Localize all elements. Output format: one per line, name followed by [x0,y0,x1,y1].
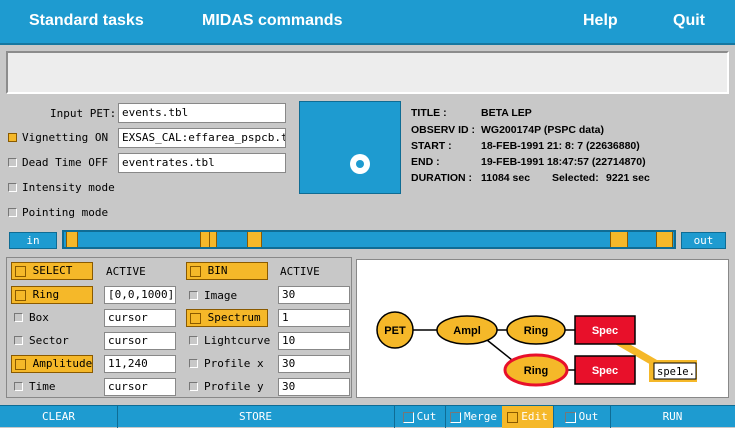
end-key: END : [411,156,440,168]
title-key: TITLE : [411,107,447,119]
profile-y-bin-label[interactable]: Profile y [204,380,264,393]
menu-help[interactable]: Help [583,12,618,30]
time-segment[interactable] [66,232,78,247]
spectrum-bin-toggle[interactable]: Spectrum [186,309,268,327]
image-bin-field[interactable]: 30 [278,286,350,304]
edit-label: Edit [521,410,548,423]
box-select-checkbox[interactable] [14,313,23,322]
duration-value: 11084 sec [481,172,531,184]
zoom-out-button[interactable]: out [681,232,726,249]
image-display[interactable] [299,101,401,194]
deadtime-checkbox[interactable] [8,158,17,167]
merge-label: Merge [463,410,498,423]
target-icon [350,154,370,174]
node-ring-2-label: Ring [524,365,548,377]
cut-toggle[interactable]: Cut [394,406,446,428]
select-label: SELECT [32,264,73,277]
box-select-label[interactable]: Box [29,311,49,324]
intensity-mode-checkbox[interactable] [8,183,17,192]
bin-toggle[interactable]: BIN [186,262,268,280]
node-spec-1-label: Spec [592,325,618,337]
box-select-field[interactable]: cursor [104,309,176,327]
menu-standard-tasks[interactable]: Standard tasks [29,12,144,30]
run-button[interactable]: RUN [610,406,735,428]
duration-key: DURATION : [411,172,473,184]
lightcurve-bin-label[interactable]: Lightcurve [204,334,270,347]
zoom-in-button[interactable]: in [9,232,57,249]
time-segment[interactable] [247,232,262,247]
ring-select-toggle[interactable]: Ring [11,286,93,304]
title-value: BETA LEP [481,107,532,119]
lightcurve-bin-checkbox[interactable] [189,336,198,345]
image-bin-label[interactable]: Image [204,289,237,302]
selected-value: 9221 sec [606,172,650,184]
time-select-field[interactable]: cursor [104,378,176,396]
node-ring-1-label: Ring [524,325,548,337]
time-selection-bar[interactable] [62,230,676,249]
time-select-checkbox[interactable] [14,382,23,391]
message-area [6,51,729,94]
edge-ampl-ring2 [486,339,513,361]
menu-bar: Standard tasks MIDAS commands Help Quit [0,0,735,45]
sector-select-field[interactable]: cursor [104,332,176,350]
image-bin-checkbox[interactable] [189,291,198,300]
clear-button[interactable]: CLEAR [0,406,118,428]
edit-toggle[interactable]: Edit [502,406,554,428]
node-ampl-label: Ampl [453,325,481,337]
pointing-mode-checkbox[interactable] [8,208,17,217]
time-segment[interactable] [656,232,673,247]
spectrum-bin-field[interactable]: 1 [278,309,350,327]
amplitude-select-field[interactable]: 11,240 [104,355,176,373]
select-status: ACTIVE [106,265,146,278]
deadtime-field[interactable]: eventrates.tbl [118,153,286,173]
amplitude-select-label: Amplitude [32,357,93,370]
sector-select-label[interactable]: Sector [29,334,69,347]
out-toggle[interactable]: Out [553,406,611,428]
merge-toggle[interactable]: Merge [445,406,503,428]
ring-select-label: Ring [32,288,60,301]
profile-x-bin-label[interactable]: Profile x [204,357,264,370]
menu-midas-commands[interactable]: MIDAS commands [202,12,342,30]
store-button[interactable]: STORE [117,406,395,428]
profile-y-bin-field[interactable]: 30 [278,378,350,396]
input-pet-label: Input PET: [50,107,117,120]
spectrum-bin-label: Spectrum [207,311,261,324]
node-spec-2-label: Spec [592,365,618,377]
time-segment[interactable] [209,232,217,247]
profile-y-bin-checkbox[interactable] [189,382,198,391]
ring-select-field[interactable]: [0,0,1000][0 [104,286,176,304]
input-pet-field[interactable]: events.tbl [118,103,286,123]
time-segment[interactable] [610,232,628,247]
amplitude-select-toggle[interactable]: Amplitude [11,355,93,373]
bin-status: ACTIVE [280,265,320,278]
graph-canvas: PET Ampl Ring Spec Ring Spec spe1e. [376,311,697,387]
node-output-label: spe1e. [657,366,695,378]
profile-x-bin-checkbox[interactable] [189,359,198,368]
vignetting-label[interactable]: Vignetting ON [22,131,108,144]
sector-select-checkbox[interactable] [14,336,23,345]
time-select-label[interactable]: Time [29,380,56,393]
bottom-bar: CLEAR STORE Cut Merge Edit Out RUN [0,405,735,428]
node-pet-label: PET [384,325,406,337]
out-label: Out [578,410,599,423]
observ-value: WG200174P (PSPC data) [481,124,604,136]
pointing-mode-label[interactable]: Pointing mode [22,206,108,219]
observ-key: OBSERV ID : [411,124,475,136]
select-toggle[interactable]: SELECT [11,262,93,280]
menu-quit[interactable]: Quit [673,12,705,30]
profile-x-bin-field[interactable]: 30 [278,355,350,373]
processing-graph[interactable]: PET Ampl Ring Spec Ring Spec spe1e. [356,259,729,398]
bin-label: BIN [207,264,228,277]
end-value: 19-FEB-1991 18:47:57 (22714870) [481,156,646,168]
vignetting-checkbox[interactable] [8,133,17,142]
selected-key: Selected: [552,172,599,184]
vignetting-field[interactable]: EXSAS_CAL:effarea_pspcb.tbl [118,128,286,148]
intensity-mode-label[interactable]: Intensity mode [22,181,115,194]
lightcurve-bin-field[interactable]: 10 [278,332,350,350]
cut-label: Cut [416,410,437,423]
start-key: START : [411,140,452,152]
start-value: 18-FEB-1991 21: 8: 7 (22636880) [481,140,640,152]
deadtime-label[interactable]: Dead Time OFF [22,156,108,169]
